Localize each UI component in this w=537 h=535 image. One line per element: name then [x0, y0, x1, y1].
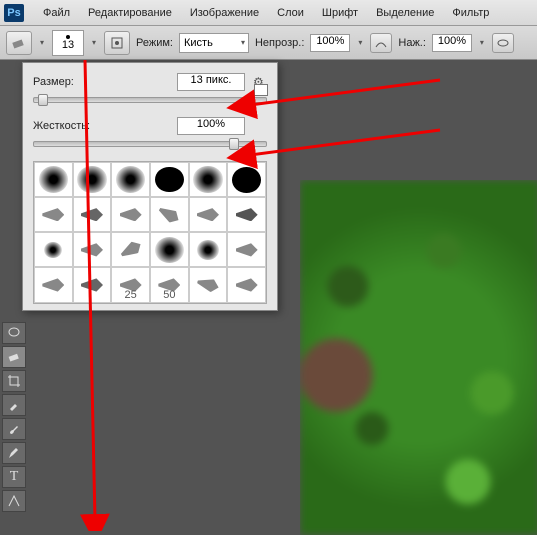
brush-swatch[interactable]: [73, 162, 112, 197]
brush-dropdown-icon[interactable]: ▾: [90, 38, 98, 47]
toolbox: T: [0, 320, 28, 514]
brush-swatch[interactable]: [150, 197, 189, 232]
brush-swatch[interactable]: [227, 267, 266, 302]
tool-dropdown-icon[interactable]: ▾: [38, 38, 46, 47]
tool-eyedropper[interactable]: [2, 394, 26, 416]
brush-swatch[interactable]: [34, 162, 73, 197]
hardness-label: Жесткость:: [33, 120, 113, 132]
menu-image[interactable]: Изображение: [181, 7, 268, 19]
tool-eraser[interactable]: [2, 346, 26, 368]
brush-swatch[interactable]: [189, 162, 228, 197]
tool-crop[interactable]: [2, 370, 26, 392]
tool-pencil[interactable]: [2, 442, 26, 464]
flow-input[interactable]: 100%: [432, 34, 472, 52]
size-input[interactable]: 13 пикс.: [177, 73, 245, 91]
swatch-label: 25: [125, 289, 137, 301]
brush-preset-picker[interactable]: 13: [52, 30, 84, 56]
brush-swatch[interactable]: [189, 232, 228, 267]
tool-path[interactable]: [2, 490, 26, 512]
hardness-slider[interactable]: [33, 141, 267, 147]
hardness-value: 100%: [197, 118, 225, 130]
size-value: 13 пикс.: [191, 74, 232, 86]
brush-settings-panel: Размер: 13 пикс. ⚙ Жесткость: 100% 25: [22, 62, 278, 311]
brush-swatch[interactable]: [111, 232, 150, 267]
brush-swatch[interactable]: [227, 232, 266, 267]
new-preset-icon[interactable]: [254, 84, 268, 96]
pressure-opacity-toggle[interactable]: [370, 33, 392, 53]
brush-swatch[interactable]: [150, 162, 189, 197]
brush-swatch[interactable]: [227, 197, 266, 232]
opacity-value: 100%: [316, 35, 344, 47]
brush-swatch[interactable]: [189, 197, 228, 232]
brush-swatch[interactable]: [111, 162, 150, 197]
flow-label: Наж.:: [398, 37, 426, 49]
brush-swatch-grid: 25 50: [33, 161, 267, 304]
brush-swatch[interactable]: [34, 267, 73, 302]
airbrush-toggle[interactable]: [492, 33, 514, 53]
flow-value: 100%: [438, 35, 466, 47]
menu-edit[interactable]: Редактирование: [79, 7, 181, 19]
size-label: Размер:: [33, 76, 113, 88]
size-slider[interactable]: [33, 97, 267, 103]
brush-size-display: 13: [62, 39, 74, 51]
brush-swatch[interactable]: [73, 232, 112, 267]
hardness-input[interactable]: 100%: [177, 117, 245, 135]
mode-select[interactable]: Кисть: [179, 33, 249, 53]
opacity-label: Непрозр.:: [255, 37, 304, 49]
brush-swatch[interactable]: [73, 197, 112, 232]
brush-swatch[interactable]: [189, 267, 228, 302]
hardness-slider-thumb[interactable]: [229, 138, 239, 150]
menu-file[interactable]: Файл: [34, 7, 79, 19]
brush-swatch[interactable]: [150, 232, 189, 267]
size-slider-thumb[interactable]: [38, 94, 48, 106]
menu-bar: Ps Файл Редактирование Изображение Слои …: [0, 0, 537, 26]
document-canvas[interactable]: [300, 180, 537, 535]
current-tool-eraser[interactable]: [6, 31, 32, 55]
swatch-label: 50: [163, 289, 175, 301]
menu-filter[interactable]: Фильтр: [443, 7, 498, 19]
options-bar: ▾ 13 ▾ Режим: Кисть Непрозр.: 100% ▾ Наж…: [0, 26, 537, 60]
brush-swatch[interactable]: 25: [111, 267, 150, 302]
mode-label: Режим:: [136, 37, 173, 49]
mode-value: Кисть: [184, 37, 213, 49]
brush-swatch[interactable]: [111, 197, 150, 232]
tool-lasso[interactable]: [2, 322, 26, 344]
menu-layers[interactable]: Слои: [268, 7, 313, 19]
app-logo: Ps: [4, 4, 24, 22]
opacity-dropdown-icon[interactable]: ▾: [356, 38, 364, 47]
menu-type[interactable]: Шрифт: [313, 7, 367, 19]
tool-brush[interactable]: [2, 418, 26, 440]
opacity-input[interactable]: 100%: [310, 34, 350, 52]
brush-panel-toggle[interactable]: [104, 31, 130, 55]
menu-select[interactable]: Выделение: [367, 7, 443, 19]
tool-text[interactable]: T: [2, 466, 26, 488]
brush-swatch[interactable]: [34, 197, 73, 232]
flow-dropdown-icon[interactable]: ▾: [478, 38, 486, 47]
brush-swatch[interactable]: [34, 232, 73, 267]
brush-swatch[interactable]: 50: [150, 267, 189, 302]
brush-swatch[interactable]: [227, 162, 266, 197]
brush-swatch[interactable]: [73, 267, 112, 302]
canvas-image: [300, 180, 537, 535]
